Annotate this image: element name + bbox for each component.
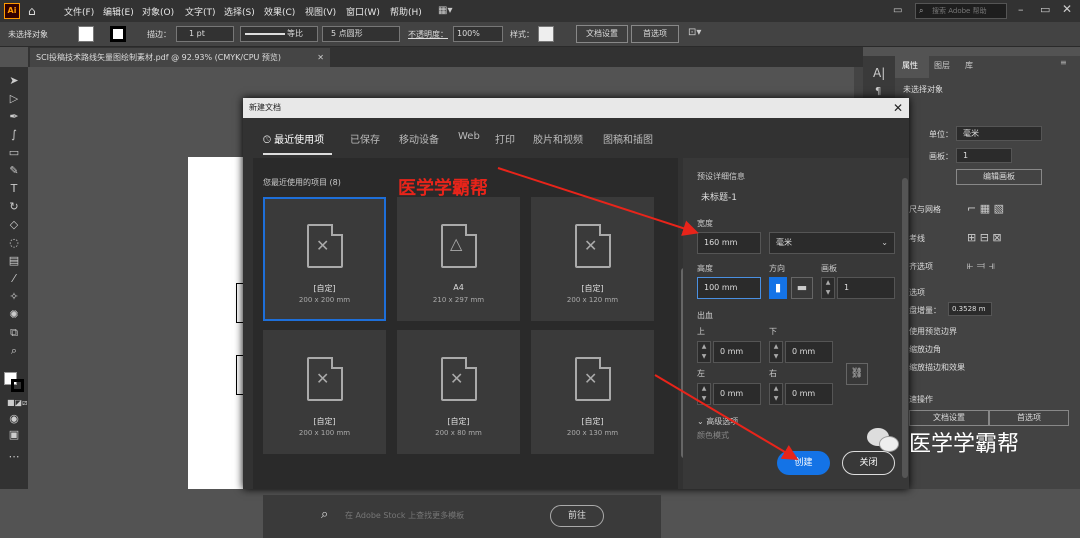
arrow-to-width <box>497 167 699 236</box>
watermark-text: 医学学霸帮 <box>909 432 1020 457</box>
stock-search-input[interactable]: 在 Adobe Stock 上查找更多模板 <box>345 510 464 521</box>
wechat-icon <box>865 426 903 456</box>
go-button[interactable]: 前往 <box>550 505 604 527</box>
watermark: 医学学霸帮 <box>865 424 1080 460</box>
stock-search-bar: ⌕ 在 Adobe Stock 上查找更多模板 前往 <box>263 495 661 538</box>
annotation-arrows <box>497 167 799 461</box>
arrow-to-create <box>654 374 799 461</box>
search-icon: ⌕ <box>321 507 329 522</box>
